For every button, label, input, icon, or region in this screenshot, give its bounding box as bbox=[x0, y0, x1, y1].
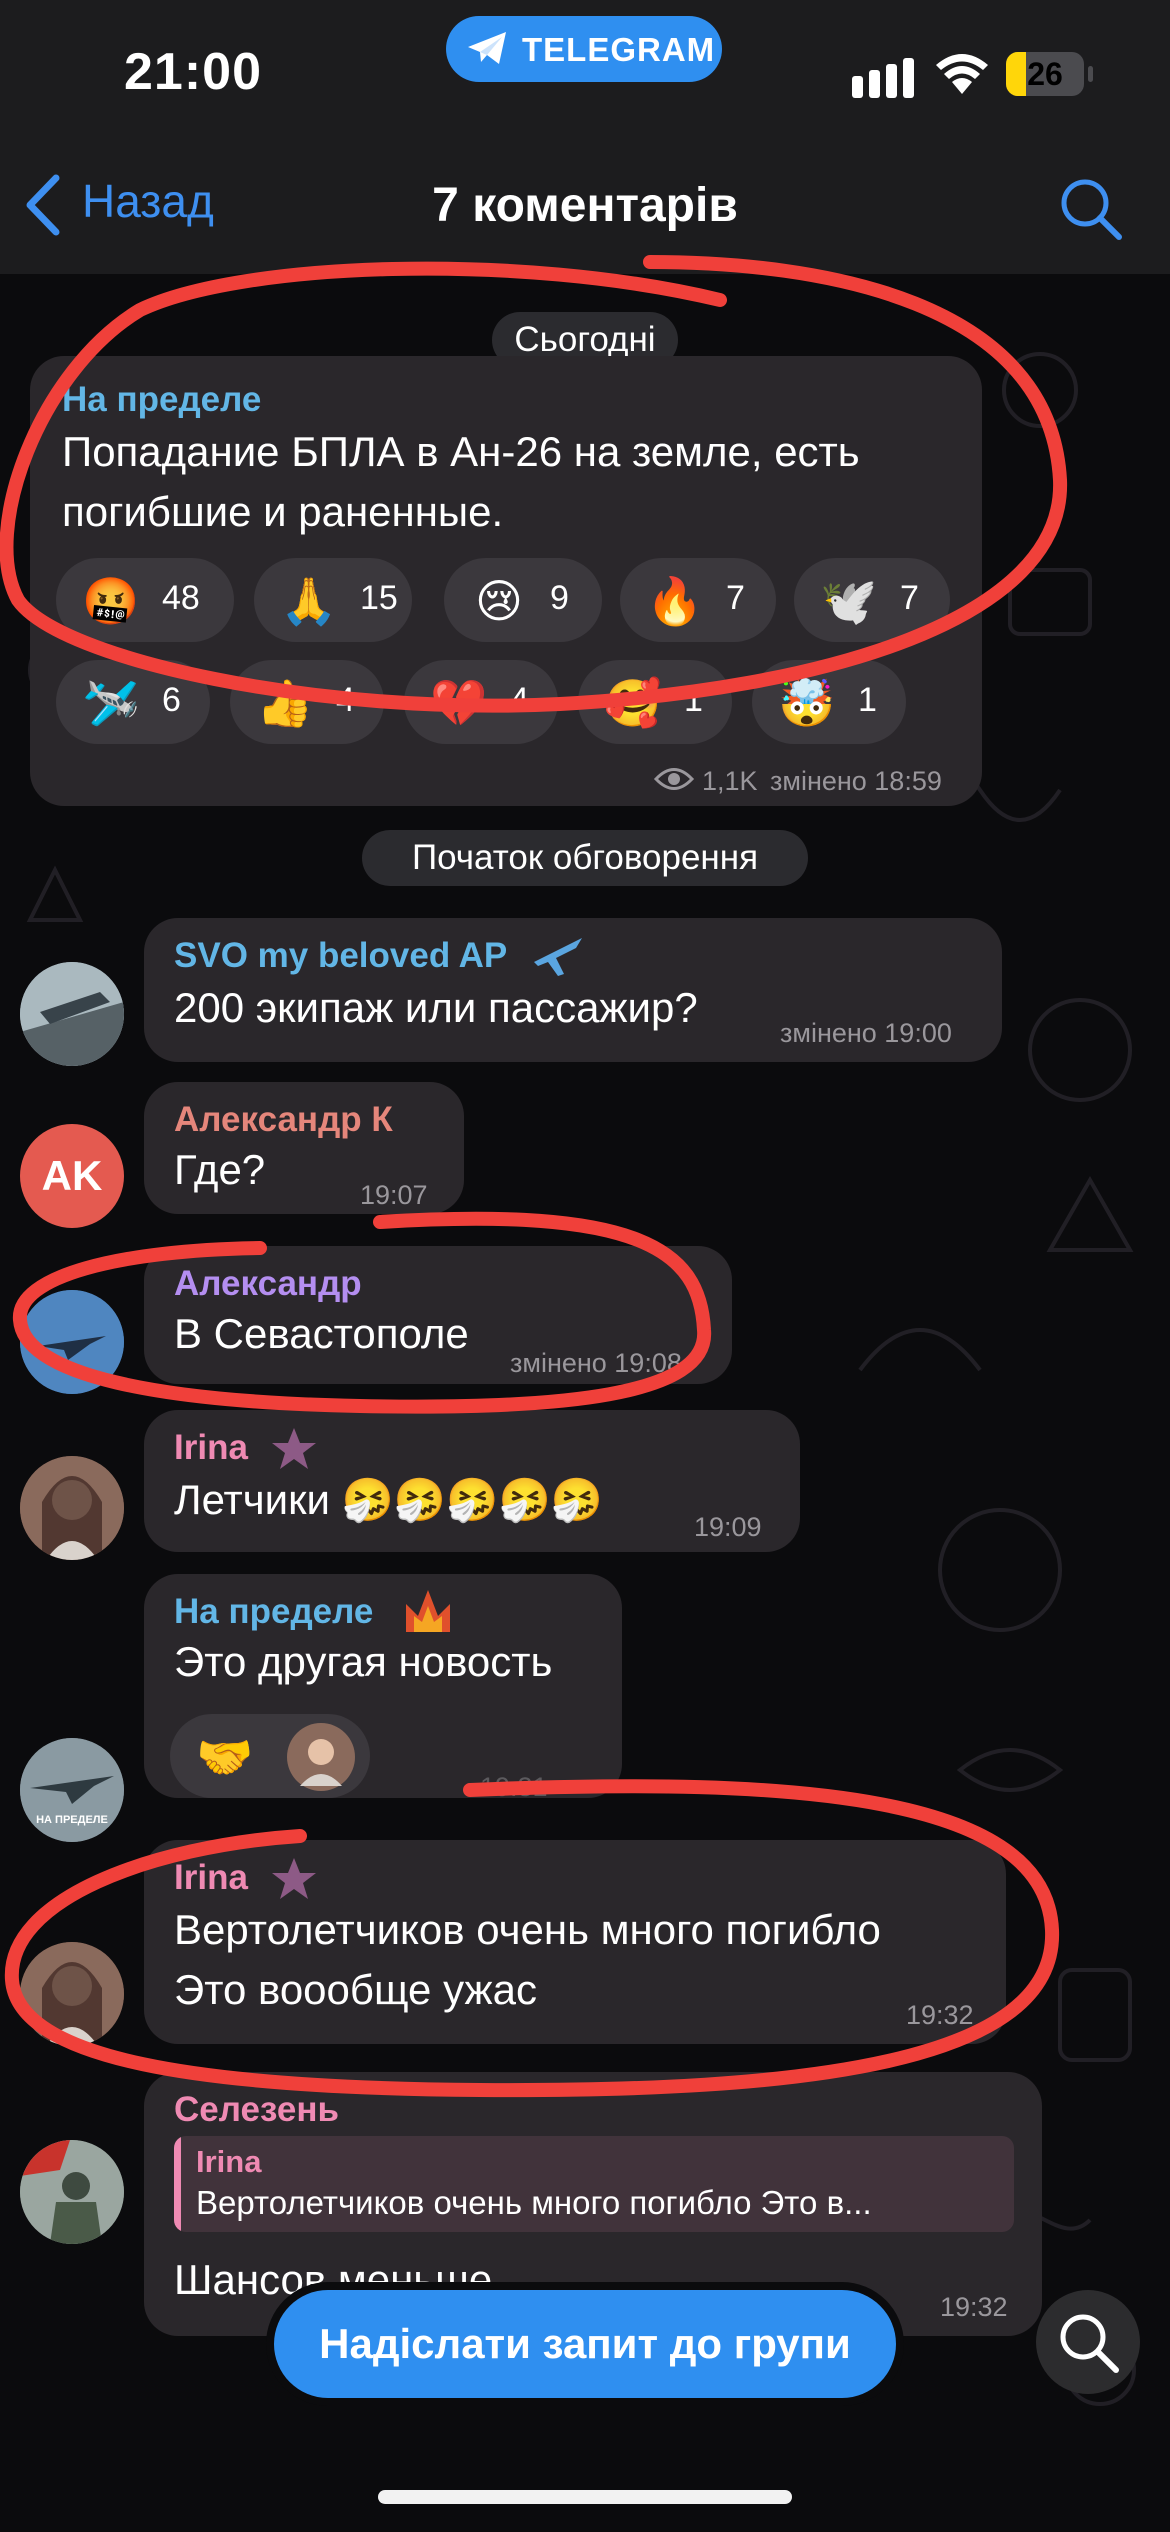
send-join-request-label: Надіслати запит до групи bbox=[319, 2320, 851, 2367]
send-join-request-button[interactable]: Надіслати запит до групи bbox=[274, 2290, 896, 2398]
search-messages-button[interactable] bbox=[1036, 2290, 1140, 2394]
home-indicator bbox=[378, 2490, 792, 2504]
red-annotation-circles bbox=[0, 255, 1068, 2098]
search-icon bbox=[1060, 2314, 1119, 2373]
